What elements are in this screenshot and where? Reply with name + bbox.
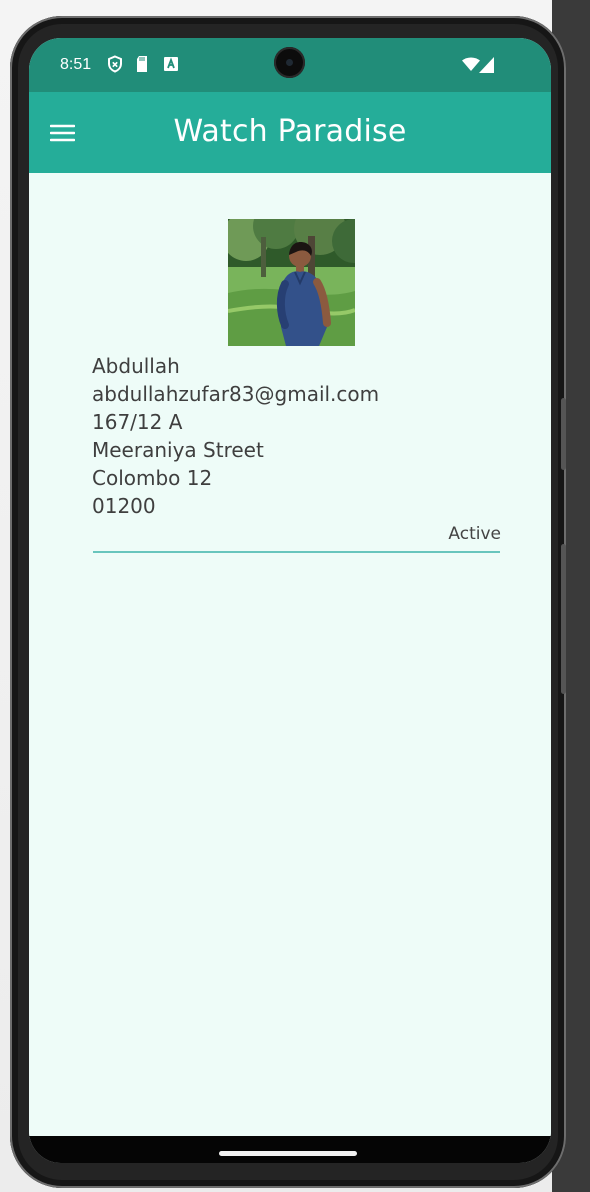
address-line-1: 167/12 A bbox=[92, 410, 183, 434]
app-title: Watch Paradise bbox=[173, 114, 407, 149]
phone-frame: 8:51 Watch Paradise Abdullah abdullahzuf… bbox=[10, 16, 566, 1188]
account-status: Active bbox=[448, 524, 501, 544]
sd-card-icon bbox=[133, 55, 151, 73]
profile-name: Abdullah bbox=[92, 354, 180, 378]
city: Colombo 12 bbox=[92, 466, 213, 490]
a-icon bbox=[162, 55, 180, 73]
screenshot-canvas: 8:51 Watch Paradise Abdullah abdullahzuf… bbox=[0, 0, 590, 1192]
address-line-2: Meeraniya Street bbox=[92, 438, 264, 462]
gesture-navigation-bar bbox=[29, 1136, 551, 1163]
volume-button bbox=[561, 398, 566, 470]
power-button bbox=[561, 544, 566, 694]
front-camera bbox=[274, 47, 305, 78]
shield-icon bbox=[106, 55, 124, 73]
wifi-icon bbox=[461, 56, 495, 74]
postal-code: 01200 bbox=[92, 494, 156, 518]
status-time: 8:51 bbox=[60, 56, 92, 73]
profile-details: Abdullah abdullahzufar83@gmail.com 167/1… bbox=[92, 352, 379, 520]
phone-screen: 8:51 Watch Paradise Abdullah abdullahzuf… bbox=[29, 38, 551, 1163]
top-app-bar: Watch Paradise bbox=[29, 92, 551, 173]
status-divider bbox=[93, 551, 500, 553]
home-indicator[interactable] bbox=[219, 1151, 357, 1156]
profile-content: Abdullah abdullahzufar83@gmail.com 167/1… bbox=[29, 173, 551, 1136]
status-bar: 8:51 bbox=[29, 38, 551, 92]
profile-email: abdullahzufar83@gmail.com bbox=[92, 382, 380, 406]
signal-icon bbox=[479, 57, 494, 73]
profile-photo bbox=[228, 219, 355, 346]
